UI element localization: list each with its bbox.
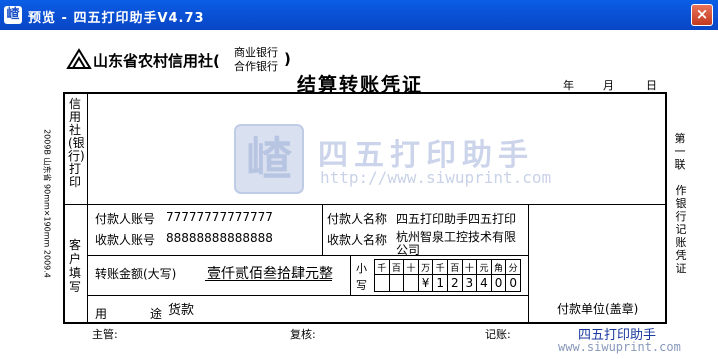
corner-brand-url[interactable]: www.siwuprint.com — [558, 340, 681, 354]
side-label-customer-fill: 客户填写 — [68, 238, 81, 294]
payer-account-label: 付款人账号 — [95, 212, 156, 226]
amount-unit-row: 千 百 十 万 千 百 十 元 角 分 — [374, 259, 521, 275]
bank-name: 山东省农村信用社( — [93, 52, 220, 70]
watermark-url: http://www.siwuprint.com — [320, 168, 552, 187]
digit-cell: 3 — [461, 274, 478, 292]
payer-name-value: 四五打印助手四五打印 — [396, 212, 517, 226]
bank-name-close: ) — [284, 50, 291, 68]
form-border-bottom — [63, 322, 667, 324]
amount-label: 转账金额(大写) — [95, 267, 177, 281]
footer-review: 复核: — [290, 328, 316, 341]
digit-cell: 0 — [505, 274, 521, 292]
date-year: 年 — [563, 79, 574, 92]
unit-cell: 万 — [417, 259, 434, 275]
digit-cell — [403, 274, 419, 292]
left-margin-note: 2009B 山东省 90mm×190mm 2009.4 — [42, 129, 52, 278]
footer-supervisor: 主管: — [92, 328, 118, 341]
bank-logo-icon — [66, 48, 92, 69]
digit-cell: 2 — [446, 274, 463, 292]
payer-seal-label: 付款单位(盖章) — [557, 302, 639, 316]
amount-small-divider — [350, 255, 351, 295]
unit-cell: 分 — [505, 259, 521, 275]
window-titlebar: 嵖 预览 - 四五打印助手V4.73 × — [0, 0, 718, 30]
digit-cell — [388, 274, 405, 292]
seal-column-divider — [528, 204, 529, 322]
digit-cell: 1 — [432, 274, 448, 292]
payer-account-value: 77777777777777 — [166, 210, 273, 224]
unit-cell: 元 — [476, 259, 492, 275]
unit-cell: 千 — [374, 259, 390, 275]
form-border-top — [63, 92, 667, 94]
unit-cell: 百 — [446, 259, 463, 275]
unit-cell: 角 — [490, 259, 507, 275]
window-title: 预览 - 四五打印助手V4.73 — [28, 11, 205, 26]
small-amount-label-2: 写 — [356, 279, 367, 292]
amount-words: 壹仟贰佰叁拾肆元整 — [207, 266, 333, 282]
copy-purpose-label: 作银行记账凭证 — [675, 184, 687, 275]
footer-bookkeeper: 记账: — [485, 328, 511, 341]
form-border-left — [63, 92, 65, 324]
payer-name-label: 付款人名称 — [327, 212, 388, 226]
purpose-divider — [88, 295, 528, 296]
form-border-right — [665, 92, 667, 324]
purpose-label-1: 用 — [95, 307, 108, 321]
amount-digit-row: ¥ 1 2 3 4 0 0 — [374, 274, 521, 292]
side-column-divider — [87, 92, 88, 324]
copy-number-label: 第一联 — [674, 132, 686, 171]
date-month: 月 — [603, 79, 614, 92]
purpose-label-2: 途 — [150, 307, 163, 321]
receiver-account-value: 88888888888888 — [166, 231, 273, 245]
unit-cell: 千 — [432, 259, 448, 275]
unit-cell: 百 — [388, 259, 405, 275]
digit-cell: 0 — [490, 274, 507, 292]
receiver-name-value-cont: 公司 — [396, 243, 421, 257]
digit-cell — [374, 274, 390, 292]
digit-cell: 4 — [476, 274, 492, 292]
unit-cell: 十 — [461, 259, 478, 275]
bank-type-cooperative: 合作银行 — [234, 60, 278, 73]
small-amount-label-1: 小 — [356, 262, 367, 275]
receiver-account-label: 收款人账号 — [95, 233, 156, 247]
side-label-bank-print: 信用社(银行)打印 — [68, 97, 85, 189]
close-button[interactable]: × — [691, 4, 713, 26]
receiver-name-label: 收款人名称 — [327, 233, 388, 247]
unit-cell: 十 — [403, 259, 419, 275]
payer-receiver-divider — [88, 255, 528, 256]
app-icon: 嵖 — [4, 6, 22, 24]
purpose-value: 货款 — [168, 303, 195, 318]
section-divider — [63, 204, 667, 205]
date-day: 日 — [646, 79, 657, 92]
amount-digit-grid: 千 百 十 万 千 百 十 元 角 分 ¥ 1 2 3 4 0 0 — [374, 259, 521, 292]
digit-cell: ¥ — [417, 274, 434, 292]
svg-text:嵖: 嵖 — [246, 132, 293, 186]
name-column-divider — [322, 204, 323, 255]
